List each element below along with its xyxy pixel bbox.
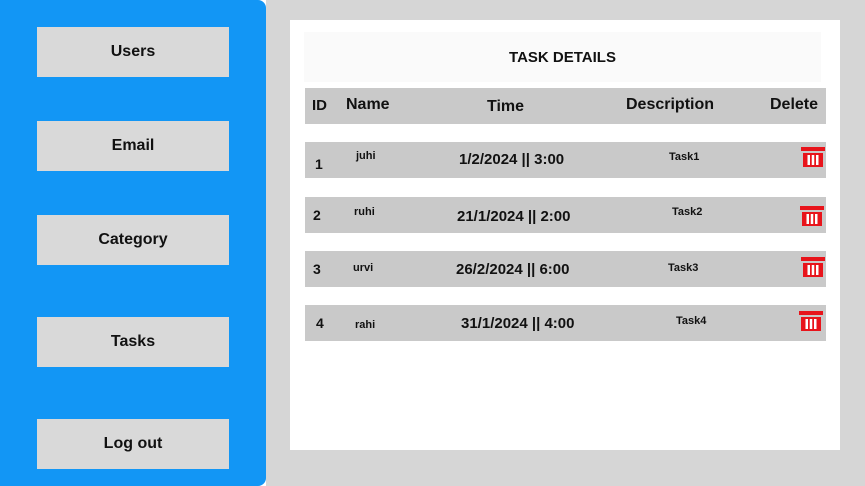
task-time: 1/2/2024 || 3:00 bbox=[459, 151, 565, 168]
table-row: 2 ruhi 21/1/2024 || 2:00 Task2 bbox=[305, 197, 826, 233]
sidebar-item-email[interactable]: Email bbox=[37, 121, 229, 171]
trash-icon[interactable] bbox=[801, 147, 825, 167]
task-time: 26/2/2024 || 6:00 bbox=[456, 261, 570, 278]
task-id: 2 bbox=[313, 207, 321, 223]
table-row: 1 juhi 1/2/2024 || 3:00 Task1 bbox=[305, 142, 826, 178]
trash-icon[interactable] bbox=[801, 257, 825, 277]
column-header-time: Time bbox=[487, 98, 525, 115]
page-title: TASK DETAILS bbox=[304, 32, 821, 82]
trash-icon[interactable] bbox=[800, 206, 824, 226]
table-row: 4 rahi 31/1/2024 || 4:00 Task4 bbox=[305, 305, 826, 341]
sidebar-item-users[interactable]: Users bbox=[37, 27, 229, 77]
task-time: 31/1/2024 || 4:00 bbox=[461, 315, 575, 332]
table-row: 3 urvi 26/2/2024 || 6:00 Task3 bbox=[305, 251, 826, 287]
sidebar: Users Email Category Tasks Log out bbox=[0, 0, 266, 486]
task-name: juhi bbox=[356, 150, 376, 162]
task-description: Task2 bbox=[672, 206, 703, 218]
task-description: Task3 bbox=[668, 262, 699, 274]
column-header-name: Name bbox=[346, 96, 390, 113]
task-name: urvi bbox=[353, 262, 374, 274]
task-description: Task4 bbox=[676, 315, 707, 327]
table-header: ID Name Time Description Delete bbox=[305, 88, 826, 124]
task-description: Task1 bbox=[669, 151, 700, 163]
task-id: 1 bbox=[315, 156, 323, 172]
task-time: 21/1/2024 || 2:00 bbox=[457, 208, 571, 225]
task-panel bbox=[290, 20, 840, 450]
task-id: 4 bbox=[316, 315, 324, 331]
task-name: rahi bbox=[355, 319, 376, 331]
logout-button[interactable]: Log out bbox=[37, 419, 229, 469]
sidebar-item-category[interactable]: Category bbox=[37, 215, 229, 265]
sidebar-item-tasks[interactable]: Tasks bbox=[37, 317, 229, 367]
column-header-description: Description bbox=[626, 96, 715, 113]
column-header-delete: Delete bbox=[770, 96, 819, 113]
column-header-id: ID bbox=[312, 97, 327, 114]
task-name: ruhi bbox=[354, 206, 375, 218]
trash-icon[interactable] bbox=[799, 311, 823, 331]
task-id: 3 bbox=[313, 261, 321, 277]
